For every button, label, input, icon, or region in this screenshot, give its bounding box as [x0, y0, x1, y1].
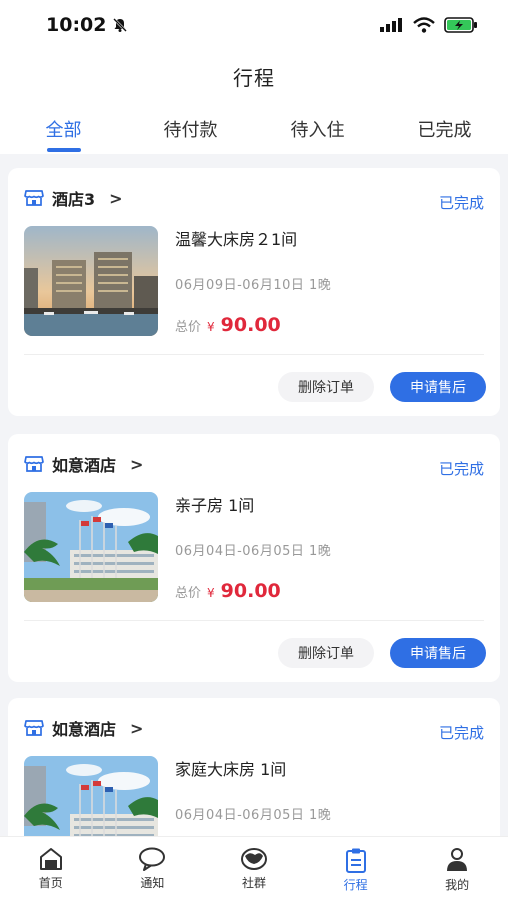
store-icon [24, 456, 44, 472]
order-list[interactable]: 酒店3 > 已完成 温馨大床房２1间 06月09日-06月10日 1晚 总价 ¥… [0, 154, 508, 836]
hotel-thumbnail[interactable] [24, 756, 158, 836]
tabbar-label: 我的 [445, 878, 470, 892]
chevron-right-icon: > [130, 454, 144, 474]
chevron-right-icon: > [109, 188, 123, 208]
clock-text: 10:02 [46, 14, 107, 36]
after-sale-button[interactable]: 申请售后 [390, 638, 486, 668]
hotel-thumbnail[interactable] [24, 492, 158, 602]
tab-pending-checkin-label: 待入住 [290, 120, 345, 141]
stay-dates: 06月09日-06月10日 1晚 [175, 278, 332, 293]
room-info: 亲子房 1间 [175, 496, 255, 515]
tabbar-label: 行程 [343, 878, 368, 892]
store-icon [24, 720, 44, 736]
hotel-link[interactable]: 如意酒店 > [24, 452, 143, 476]
tabbar-item-profile[interactable]: 我的 [406, 837, 508, 902]
chevron-right-icon: > [130, 718, 144, 738]
clipboard-icon [345, 848, 366, 873]
price-value: 90.00 [220, 580, 281, 602]
tab-pending-checkin[interactable]: 待入住 [254, 102, 381, 154]
status-time: 10:02 [46, 14, 128, 36]
order-card[interactable]: 如意酒店 > 已完成 [8, 434, 500, 682]
status-icons [380, 17, 478, 33]
room-info: 家庭大床房 1间 [175, 760, 287, 779]
stay-dates: 06月04日-06月05日 1晚 [175, 808, 332, 823]
tab-completed-label: 已完成 [417, 120, 472, 141]
hotel-link[interactable]: 酒店3 > [24, 186, 123, 210]
room-info: 温馨大床房２1间 [175, 230, 298, 249]
community-icon [240, 848, 267, 870]
hotel-name: 如意酒店 [52, 456, 117, 475]
tab-pending-payment[interactable]: 待付款 [127, 102, 254, 154]
tab-all[interactable]: 全部 [0, 102, 127, 154]
order-status: 已完成 [438, 460, 484, 478]
chat-bubble-icon [139, 847, 166, 871]
after-sale-button[interactable]: 申请售后 [390, 372, 486, 402]
currency-symbol: ¥ [207, 320, 215, 334]
active-tab-indicator [46, 148, 81, 152]
price-label: 总价 [175, 586, 202, 601]
tab-completed[interactable]: 已完成 [381, 102, 508, 154]
order-card[interactable]: 如意酒店 > 已完成 [8, 698, 500, 836]
order-status: 已完成 [438, 194, 484, 212]
home-icon [39, 848, 62, 870]
order-status: 已完成 [438, 724, 484, 742]
delete-order-button[interactable]: 删除订单 [278, 372, 374, 402]
price-value: 90.00 [220, 314, 281, 336]
signal-icon [380, 18, 402, 32]
tabbar-item-itinerary[interactable]: 行程 [305, 837, 407, 902]
wifi-icon [413, 17, 435, 33]
tabbar-item-notifications[interactable]: 通知 [102, 837, 204, 902]
tabbar-label: 社群 [241, 876, 266, 890]
battery-charging-icon [444, 17, 477, 33]
stay-dates: 06月04日-06月05日 1晚 [175, 544, 332, 559]
tabbar-label: 通知 [140, 876, 165, 890]
price-row: 总价 ¥ 90.00 [175, 580, 281, 602]
card-divider [24, 354, 484, 355]
status-bar: 10:02 [0, 0, 508, 50]
order-filter-tabs: 全部 待付款 待入住 已完成 [0, 102, 508, 154]
order-card[interactable]: 酒店3 > 已完成 温馨大床房２1间 06月09日-06月10日 1晚 总价 ¥… [8, 168, 500, 416]
price-row: 总价 ¥ 90.00 [175, 314, 281, 336]
store-icon [24, 190, 44, 206]
card-divider [24, 620, 484, 621]
tab-all-label: 全部 [45, 120, 82, 141]
person-icon [447, 848, 468, 871]
tab-pending-payment-label: 待付款 [163, 120, 218, 141]
tabbar-item-home[interactable]: 首页 [0, 837, 102, 902]
hotel-name: 如意酒店 [52, 720, 117, 739]
hotel-name: 酒店3 [52, 190, 96, 209]
tabbar-label: 首页 [38, 876, 63, 890]
tabbar-item-community[interactable]: 社群 [203, 837, 305, 902]
page-title: 行程 [233, 65, 275, 90]
delete-order-button[interactable]: 删除订单 [278, 638, 374, 668]
bottom-tab-bar: 首页 通知 社群 行程 我的 [0, 836, 508, 902]
hotel-thumbnail[interactable] [24, 226, 158, 336]
nav-bar: 行程 [0, 50, 508, 102]
price-label: 总价 [175, 320, 202, 335]
currency-symbol: ¥ [207, 586, 215, 600]
hotel-link[interactable]: 如意酒店 > [24, 716, 143, 740]
bell-slash-icon [113, 18, 128, 32]
